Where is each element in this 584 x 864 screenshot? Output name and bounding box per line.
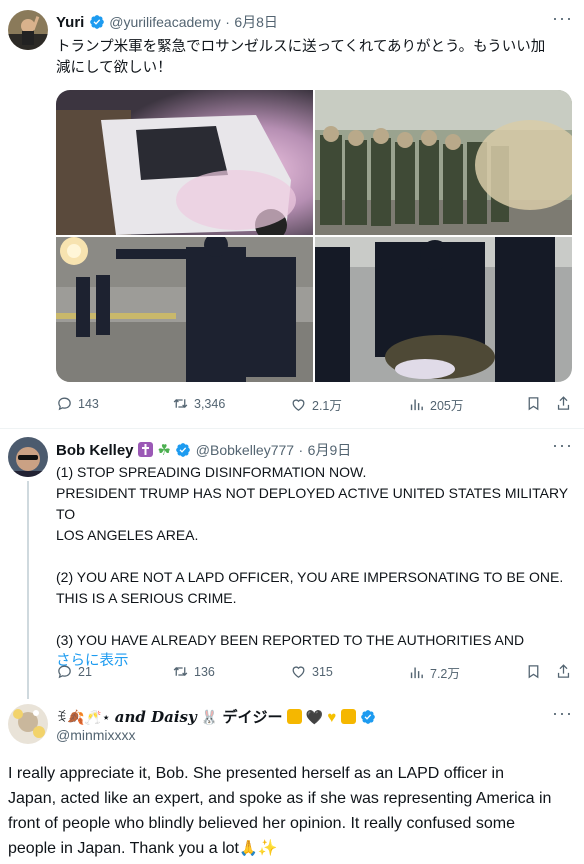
display-name-suffix[interactable]: デイジー: [222, 709, 282, 726]
tweet2-line: (2) YOU ARE NOT A LAPD OFFICER, YOU ARE …: [56, 569, 564, 585]
folded-hands-icon: 🙏: [238, 840, 258, 857]
handle[interactable]: @minmixxxx: [56, 727, 136, 743]
retweet-icon: [173, 399, 188, 408]
display-name-prefix: ꉂ🍂🥂⋆: [56, 709, 111, 725]
separator-dot: ·: [225, 14, 230, 30]
divider: [0, 428, 584, 429]
tweet3-line: I really appreciate it, Bob. She present…: [8, 765, 504, 782]
thread-line: [27, 481, 29, 699]
like-icon: [292, 399, 305, 411]
like-button[interactable]: 315: [290, 663, 333, 680]
tweet2-line: (3) YOU HAVE ALREADY BEEN REPORTED TO TH…: [56, 632, 525, 648]
retweet-button[interactable]: 3,346: [172, 395, 225, 412]
shamrock-icon: ☘: [157, 442, 171, 459]
tweet2-line: LOS ANGELES AREA.: [56, 527, 199, 543]
like-icon: [292, 666, 305, 678]
retweet-count: 136: [194, 664, 215, 679]
photo-4[interactable]: [315, 237, 572, 382]
tweet1-header: Yuri @yurilifeacademy · 6月8日: [56, 12, 278, 32]
tweet3-header: ꉂ🍂🥂⋆ and Daisy 🐰 デイジー 🖤 ♥: [56, 706, 376, 727]
latin-cross-icon: [137, 442, 153, 457]
reply-icon: [58, 397, 71, 411]
handle[interactable]: @yurilifeacademy: [109, 14, 220, 30]
handle[interactable]: @Bobkelley777: [196, 442, 294, 458]
reply-count: 21: [78, 664, 92, 679]
tweet2-line: THIS IS A SERIOUS CRIME.: [56, 590, 237, 606]
sparkles-icon: ✨: [257, 840, 278, 857]
display-name[interactable]: Bob Kelley: [56, 442, 134, 459]
reply-button[interactable]: 21: [56, 663, 92, 680]
reply-button[interactable]: 143: [56, 395, 99, 412]
share-button[interactable]: [555, 395, 572, 412]
display-name[interactable]: Yuri: [56, 14, 84, 31]
reply-count: 143: [78, 396, 99, 411]
like-count: 2.1万: [312, 399, 342, 413]
like-count: 315: [312, 664, 333, 679]
tweet3-text: I really appreciate it, Bob. She present…: [8, 761, 580, 861]
tweet-date[interactable]: 6月9日: [308, 442, 352, 458]
tweet2-line: (1) STOP SPREADING DISINFORMATION NOW.: [56, 464, 367, 480]
tweet2-header: Bob Kelley ☘ @Bobkelley777 · 6月9日: [56, 440, 351, 460]
views-button[interactable]: 205万: [408, 395, 463, 414]
yellow-heart-icon: ♥: [327, 709, 337, 726]
avatar-daisy[interactable]: [8, 704, 48, 744]
tweet1-text-line1: トランプ米軍を緊急でロサンゼルスに送ってくれてありがとう。もういい加: [56, 39, 546, 55]
avatar-bob-kelley[interactable]: [8, 437, 48, 477]
share-icon: [557, 396, 570, 410]
tweet2-text: (1) STOP SPREADING DISINFORMATION NOW. P…: [56, 462, 576, 672]
photo-3[interactable]: [56, 233, 313, 382]
retweet-icon: [173, 667, 188, 676]
views-count: 7.2万: [430, 667, 460, 681]
tweet2-line: PRESIDENT TRUMP HAS NOT DEPLOYED ACTIVE …: [56, 485, 568, 522]
views-button[interactable]: 7.2万: [408, 663, 460, 682]
tweet3-line: people in Japan. Thank you a lot: [8, 840, 239, 857]
reply-icon: [58, 665, 71, 679]
more-icon[interactable]: ···: [552, 703, 573, 724]
retweet-button[interactable]: 136: [172, 663, 215, 680]
more-icon[interactable]: ···: [552, 8, 573, 29]
crown-icon: [340, 709, 356, 724]
photo-2[interactable]: [315, 90, 572, 235]
views-icon: [410, 667, 423, 679]
like-button[interactable]: 2.1万: [290, 395, 342, 414]
verified-badge-icon: [175, 442, 191, 458]
bookmark-icon: [528, 665, 539, 679]
share-icon: [557, 664, 570, 678]
verified-badge-icon: [360, 709, 376, 725]
separator-dot: ·: [298, 442, 304, 458]
retweet-count: 3,346: [194, 396, 226, 411]
tweet1-text: トランプ米軍を緊急でロサンゼルスに送ってくれてありがとう。もういい加 減にして欲…: [56, 37, 576, 79]
bookmark-icon: [528, 397, 539, 411]
share-button[interactable]: [555, 663, 572, 680]
views-count: 205万: [430, 399, 464, 413]
verified-badge-icon: [89, 14, 105, 30]
bookmark-button[interactable]: [525, 395, 542, 412]
crown-icon: [286, 709, 302, 724]
tweet3-line: Japan, acted like an expert, and spoke a…: [8, 790, 552, 807]
avatar-yuri[interactable]: [8, 10, 48, 50]
bookmark-button[interactable]: [525, 663, 542, 680]
photo-1[interactable]: [56, 90, 313, 241]
views-icon: [410, 399, 423, 411]
photo-grid[interactable]: [56, 90, 572, 382]
tweet-date[interactable]: 6月8日: [234, 14, 278, 30]
tweet1-text-line2: 減にして欲しい！: [56, 60, 172, 76]
more-icon[interactable]: ···: [552, 435, 573, 456]
display-name-main[interactable]: and Daisy: [115, 708, 197, 726]
rabbit-icon: 🐰: [200, 709, 219, 725]
tweet3-line: front of people who blindly believed her…: [8, 815, 515, 832]
black-heart-icon: 🖤: [305, 709, 324, 725]
